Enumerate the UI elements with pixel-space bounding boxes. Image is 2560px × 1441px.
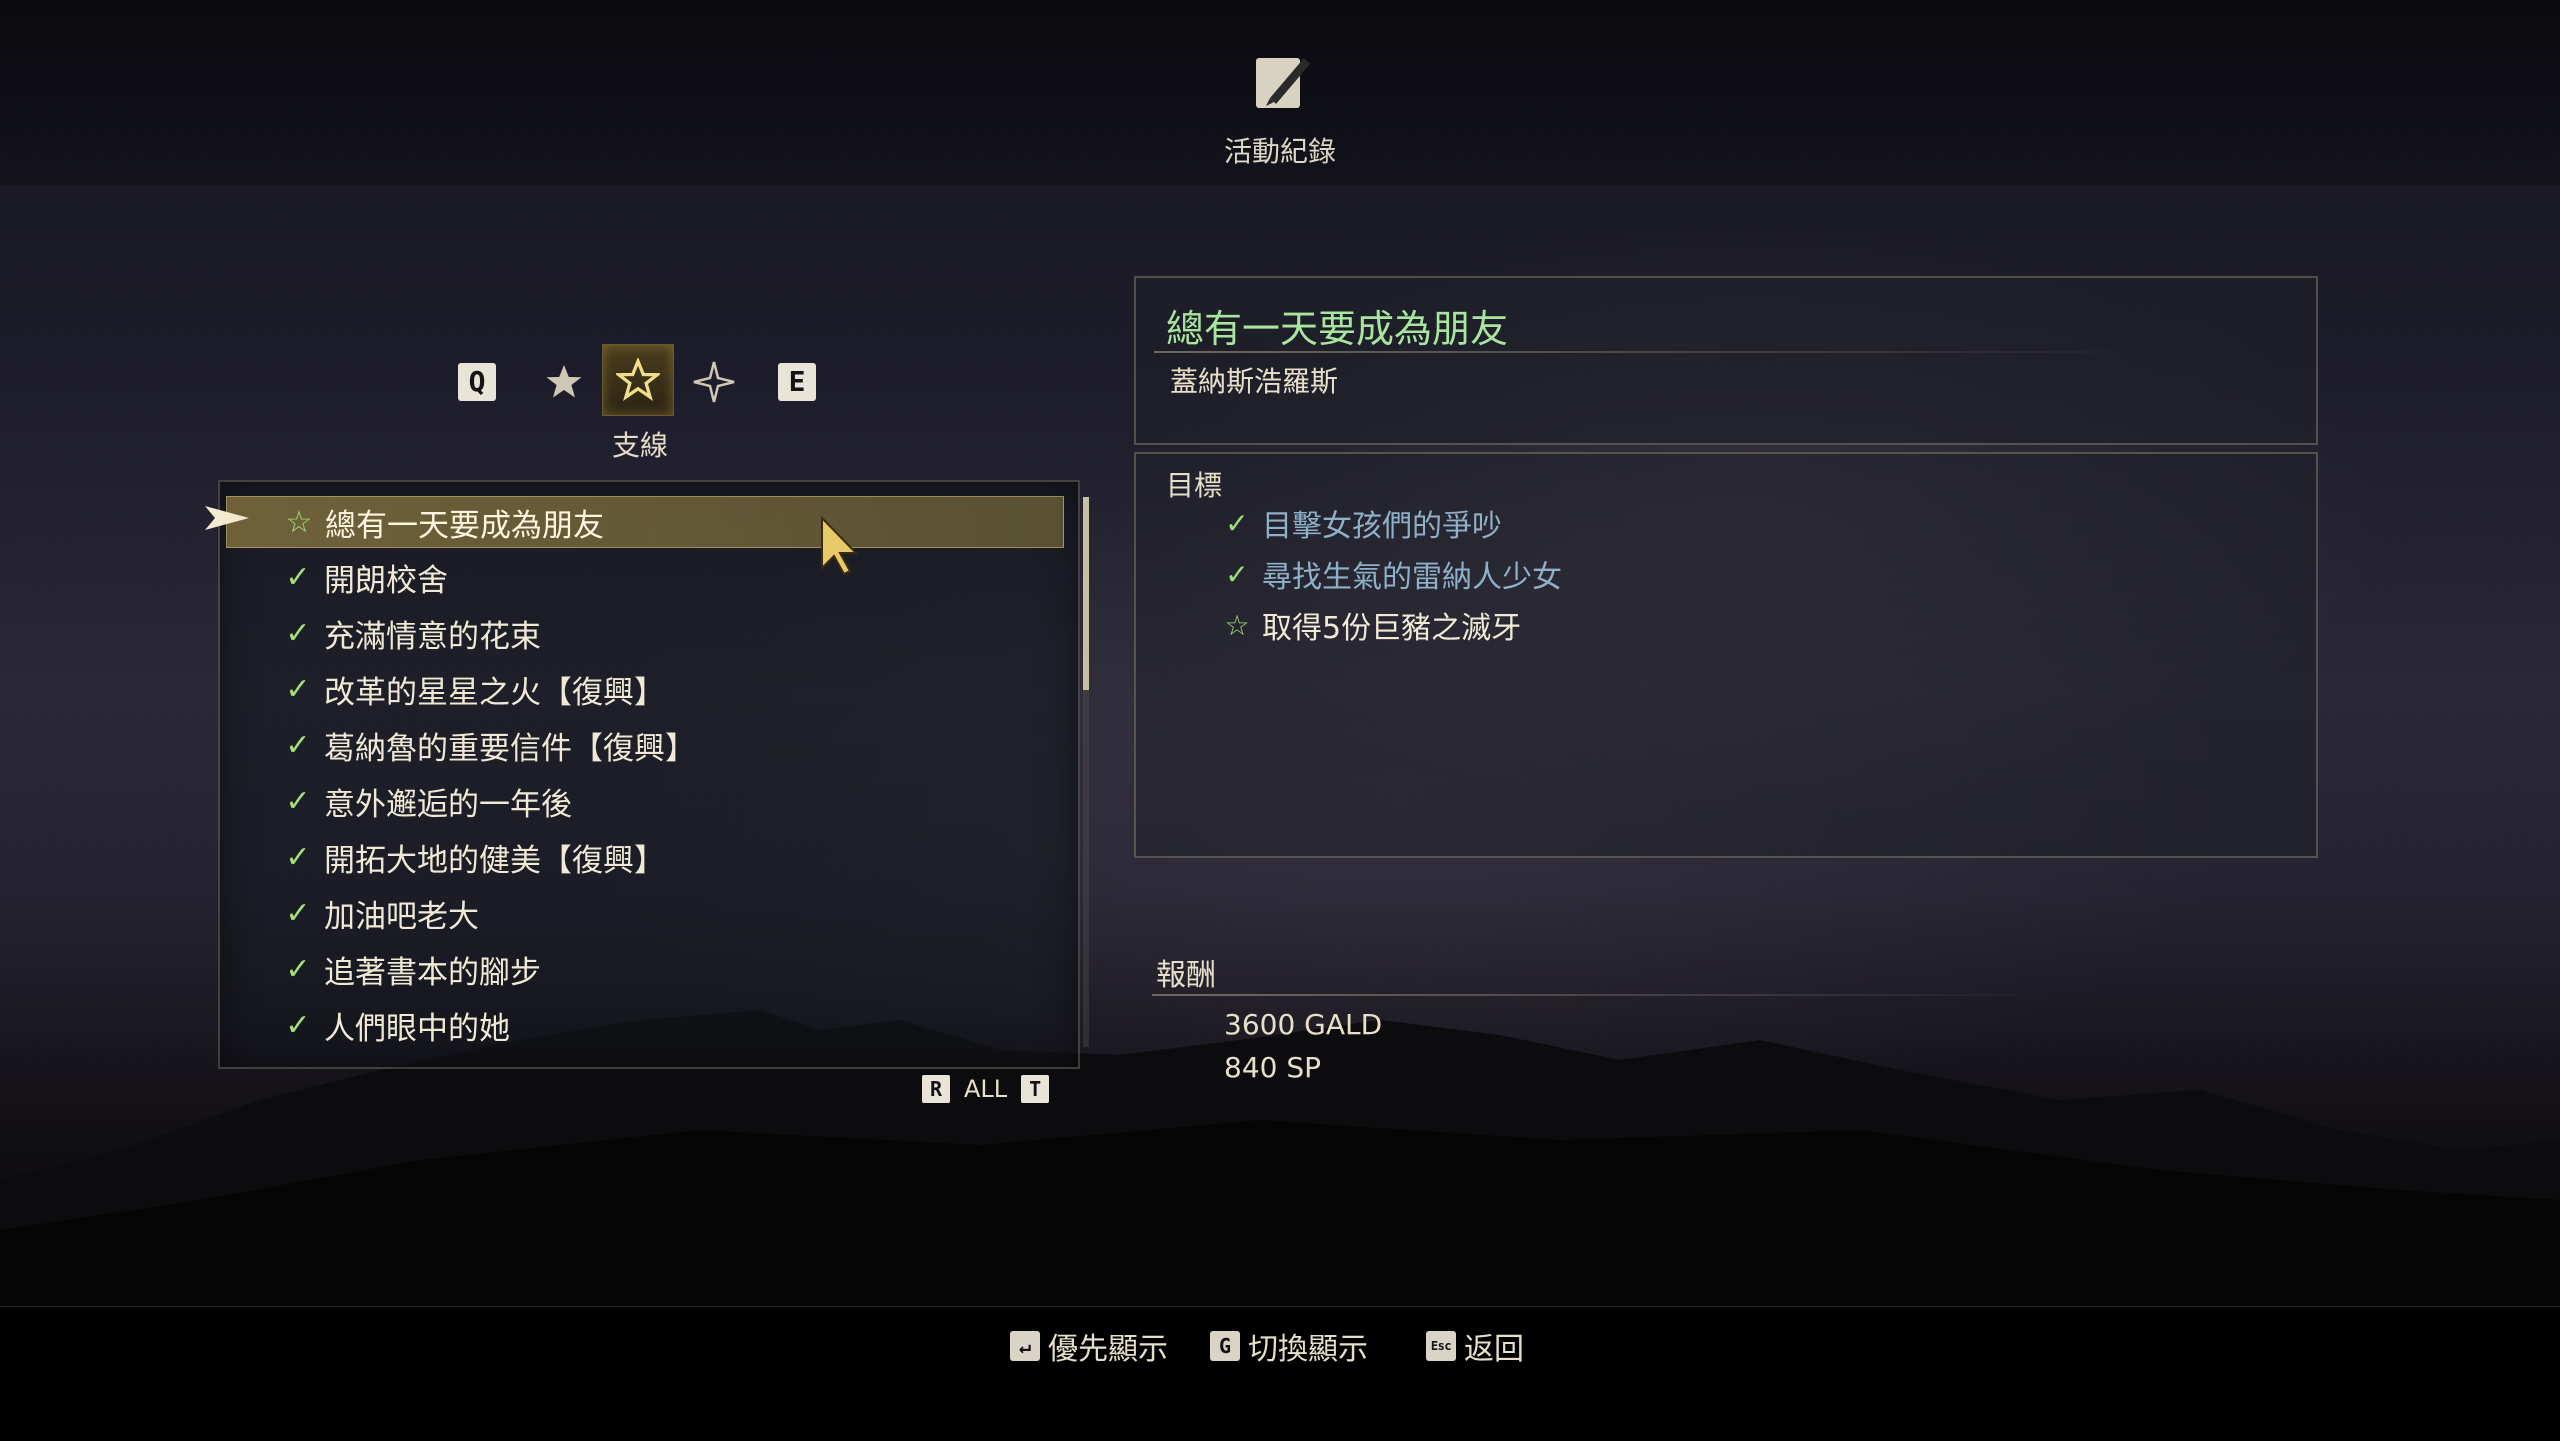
tab-special-quest[interactable]: [684, 352, 744, 412]
objective-item: ✓ 尋找生氣的雷納人少女: [1220, 551, 1562, 597]
hint-prioritize[interactable]: ↵ 優先顯示: [1010, 1328, 1168, 1367]
quest-title: 總有一天要成為朋友: [1166, 307, 1509, 351]
hint-label: 切換顯示: [1248, 1332, 1368, 1367]
hint-toggle-display[interactable]: G 切換顯示: [1210, 1328, 1368, 1367]
prev-tab-key[interactable]: Q: [458, 363, 496, 401]
quest-list-item[interactable]: ✓ 改革的星星之火【復興】: [226, 664, 1062, 714]
objective-item: ✓ 目擊女孩們的爭吵: [1220, 500, 1502, 546]
esc-key-icon: Esc: [1426, 1331, 1456, 1361]
tab-side-quest[interactable]: [602, 344, 674, 416]
filter-next-key[interactable]: T: [1021, 1075, 1050, 1103]
objective-label: 尋找生氣的雷納人少女: [1262, 560, 1562, 595]
filter-prev-key[interactable]: R: [922, 1075, 950, 1103]
quest-giver: 蓋納斯浩羅斯: [1170, 365, 1339, 398]
quest-list-label: 加油吧老大: [324, 898, 479, 935]
enter-key-icon: ↵: [1010, 1331, 1040, 1361]
mouse-cursor-icon: [821, 516, 859, 576]
check-icon: ✓: [285, 671, 311, 707]
quest-log-icon: [1256, 58, 1310, 108]
star-filled-icon: [546, 365, 582, 398]
quest-list-item[interactable]: ✓ 追著書本的腳步: [226, 944, 1062, 994]
divider: [1152, 994, 2052, 996]
quest-list-label: 意外邂逅的一年後: [324, 786, 572, 823]
quest-list-item[interactable]: ☆ 總有一天要成為朋友: [226, 496, 1064, 548]
check-icon: ✓: [285, 839, 311, 875]
tab-main-quest[interactable]: [534, 352, 594, 412]
check-icon: ✓: [285, 559, 311, 595]
check-icon: ✓: [285, 727, 311, 763]
page-title: 活動紀錄: [1223, 135, 1336, 168]
quest-list-label: 總有一天要成為朋友: [325, 507, 604, 544]
check-icon: ✓: [285, 615, 311, 651]
reward-item: 840 SP: [1224, 1051, 1322, 1084]
quest-list-item[interactable]: ✓ 葛納魯的重要信件【復興】: [226, 720, 1062, 770]
quest-list-item[interactable]: ✓ 充滿情意的花束: [226, 608, 1062, 658]
quest-list-item[interactable]: ✓ 人們眼中的她: [226, 1000, 1062, 1050]
quest-title-panel: 總有一天要成為朋友 蓋納斯浩羅斯: [1134, 276, 2318, 445]
quest-list-label: 充滿情意的花束: [324, 618, 541, 655]
check-icon: ✓: [1225, 506, 1249, 540]
objective-label: 目擊女孩們的爭吵: [1262, 509, 1502, 544]
quest-list-item[interactable]: ✓ 開拓大地的健美【復興】: [226, 832, 1062, 882]
quest-list-scrollbar[interactable]: [1083, 497, 1089, 1047]
selection-arrow-icon: [205, 506, 249, 530]
check-icon: ✓: [1225, 557, 1249, 591]
quest-list-label: 人們眼中的她: [324, 1010, 510, 1047]
quest-list-label: 葛納魯的重要信件【復興】: [324, 730, 696, 767]
hint-label: 返回: [1464, 1332, 1524, 1367]
star-outline-icon: ☆: [285, 504, 313, 540]
star-outline-icon: [616, 358, 660, 401]
quest-list-item[interactable]: ✓ 意外邂逅的一年後: [226, 776, 1062, 826]
hint-back[interactable]: Esc 返回: [1426, 1328, 1524, 1367]
objectives-panel: 目標 ✓ 目擊女孩們的爭吵 ✓ 尋找生氣的雷納人少女 ☆ 取得5份巨豬之滅牙: [1134, 452, 2318, 858]
scrollbar-thumb[interactable]: [1083, 497, 1089, 690]
quest-list-item[interactable]: ✓ 開朗校舍: [226, 552, 1062, 602]
check-icon: ✓: [285, 951, 311, 987]
quest-list-label: 追著書本的腳步: [324, 954, 541, 991]
filter-label: ALL: [964, 1075, 1008, 1103]
active-tab-caption: 支線: [611, 429, 668, 462]
objectives-heading: 目標: [1166, 469, 1223, 502]
quest-list-label: 改革的星星之火【復興】: [324, 674, 665, 711]
filter-control: R ALL T: [922, 1072, 1050, 1106]
quest-list-panel: ☆ 總有一天要成為朋友 ✓ 開朗校舍 ✓ 充滿情意的花束 ✓ 改革的星星之火【復…: [218, 480, 1080, 1069]
check-icon: ✓: [285, 1007, 311, 1043]
sparkle-icon: [693, 361, 735, 403]
objective-label: 取得5份巨豬之滅牙: [1262, 611, 1522, 646]
check-icon: ✓: [285, 783, 311, 819]
g-key-icon: G: [1210, 1331, 1240, 1361]
quest-list-label: 開朗校舍: [324, 562, 448, 599]
quest-list-label: 開拓大地的健美【復興】: [324, 842, 665, 879]
rewards-heading: 報酬: [1156, 958, 1216, 993]
reward-item: 3600 GALD: [1224, 1008, 1383, 1041]
quest-list-item[interactable]: ✓ 加油吧老大: [226, 888, 1062, 938]
objective-item: ☆ 取得5份巨豬之滅牙: [1220, 602, 1521, 648]
next-tab-key[interactable]: E: [778, 363, 816, 401]
hint-label: 優先顯示: [1048, 1332, 1168, 1367]
check-icon: ✓: [285, 895, 311, 931]
star-outline-icon: ☆: [1224, 608, 1250, 642]
divider: [1154, 351, 2154, 353]
